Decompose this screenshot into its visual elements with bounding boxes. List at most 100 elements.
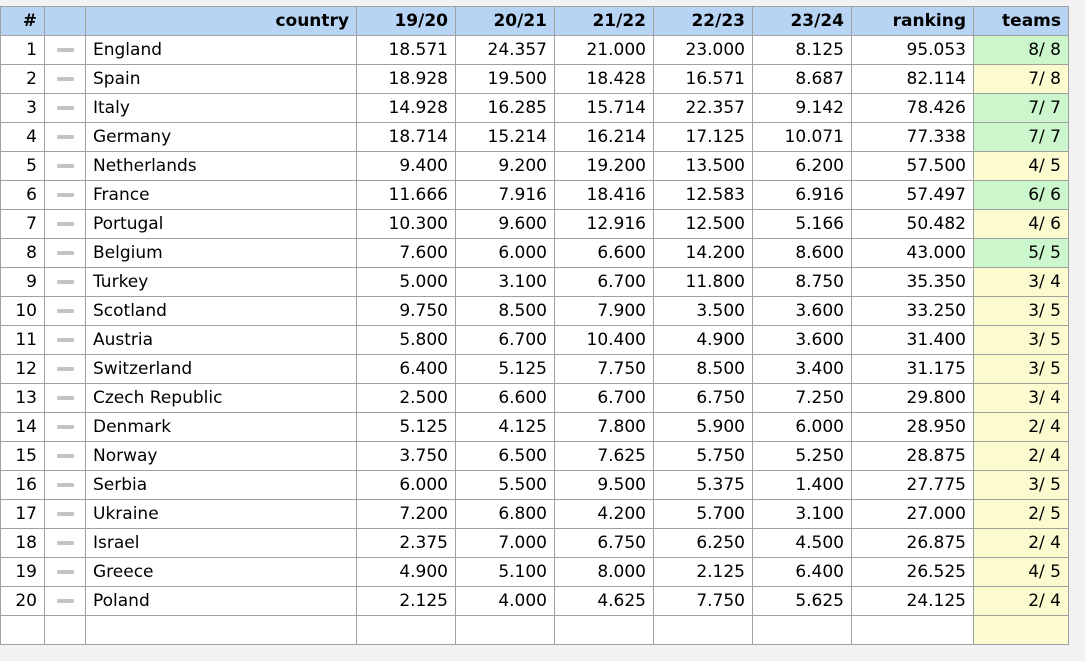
cell-rank: 17: [1, 500, 45, 529]
dash-icon: [57, 193, 74, 197]
cell-season-2021: 6.500: [456, 442, 555, 471]
cell-season-2324: 3.400: [753, 355, 852, 384]
cell-season-2324: 3.600: [753, 297, 852, 326]
table-row[interactable]: 2Spain18.92819.50018.42816.5718.68782.11…: [1, 65, 1069, 94]
column-header-teams[interactable]: teams: [974, 7, 1069, 36]
dash-icon: [57, 483, 74, 487]
table-row[interactable]: 16Serbia6.0005.5009.5005.3751.40027.7753…: [1, 471, 1069, 500]
cell-country[interactable]: Serbia: [86, 471, 357, 500]
dash-icon: [57, 425, 74, 429]
cell-movement: [45, 384, 86, 413]
cell-country[interactable]: Germany: [86, 123, 357, 152]
column-header-country[interactable]: country: [86, 7, 357, 36]
cell-country[interactable]: Austria: [86, 326, 357, 355]
cell-country[interactable]: Israel: [86, 529, 357, 558]
header-row: # country 19/20 20/21 21/22 22/23 23/24 …: [1, 7, 1069, 36]
column-header-season-19-20[interactable]: 19/20: [357, 7, 456, 36]
cell-country[interactable]: Scotland: [86, 297, 357, 326]
cell-country[interactable]: Switzerland: [86, 355, 357, 384]
table-row[interactable]: 15Norway3.7506.5007.6255.7505.25028.8752…: [1, 442, 1069, 471]
column-header-ranking[interactable]: ranking: [852, 7, 974, 36]
dash-icon: [57, 309, 74, 313]
table-row[interactable]: 8Belgium7.6006.0006.60014.2008.60043.000…: [1, 239, 1069, 268]
cell-season-2122: 7.900: [555, 297, 654, 326]
cell-season-2324: 6.200: [753, 152, 852, 181]
table-row[interactable]: 11Austria5.8006.70010.4004.9003.60031.40…: [1, 326, 1069, 355]
column-header-rank[interactable]: #: [1, 7, 45, 36]
cell-season-2021: 5.125: [456, 355, 555, 384]
table-row[interactable]: 3Italy14.92816.28515.71422.3579.14278.42…: [1, 94, 1069, 123]
dash-icon: [57, 541, 74, 545]
table-row[interactable]: 13Czech Republic2.5006.6006.7006.7507.25…: [1, 384, 1069, 413]
cell-rank: 11: [1, 326, 45, 355]
cell-empty: [555, 616, 654, 645]
cell-season-1920: 2.375: [357, 529, 456, 558]
table-row[interactable]: 20Poland2.1254.0004.6257.7505.62524.1252…: [1, 587, 1069, 616]
cell-country[interactable]: Netherlands: [86, 152, 357, 181]
table-row[interactable]: 9Turkey5.0003.1006.70011.8008.75035.3503…: [1, 268, 1069, 297]
cell-season-2223: 6.250: [654, 529, 753, 558]
cell-country[interactable]: Poland: [86, 587, 357, 616]
cell-teams: 3/ 4: [974, 384, 1069, 413]
cell-country[interactable]: Norway: [86, 442, 357, 471]
cell-season-2223: 5.375: [654, 471, 753, 500]
cell-rank: 16: [1, 471, 45, 500]
cell-season-2223: 5.750: [654, 442, 753, 471]
cell-country[interactable]: Portugal: [86, 210, 357, 239]
cell-country[interactable]: Greece: [86, 558, 357, 587]
table-row[interactable]: 5Netherlands9.4009.20019.20013.5006.2005…: [1, 152, 1069, 181]
table-row-partial[interactable]: [1, 616, 1069, 645]
table-row[interactable]: 1England18.57124.35721.00023.0008.12595.…: [1, 36, 1069, 65]
table-row[interactable]: 4Germany18.71415.21416.21417.12510.07177…: [1, 123, 1069, 152]
cell-teams: 3/ 5: [974, 297, 1069, 326]
column-header-season-23-24[interactable]: 23/24: [753, 7, 852, 36]
cell-season-2021: 8.500: [456, 297, 555, 326]
cell-country[interactable]: Turkey: [86, 268, 357, 297]
table-row[interactable]: 14Denmark5.1254.1257.8005.9006.00028.950…: [1, 413, 1069, 442]
cell-season-2021: 3.100: [456, 268, 555, 297]
cell-season-2324: 8.600: [753, 239, 852, 268]
cell-movement: [45, 355, 86, 384]
column-header-season-20-21[interactable]: 20/21: [456, 7, 555, 36]
cell-movement: [45, 94, 86, 123]
table-row[interactable]: 6France11.6667.91618.41612.5836.91657.49…: [1, 181, 1069, 210]
table-row[interactable]: 17Ukraine7.2006.8004.2005.7003.10027.000…: [1, 500, 1069, 529]
cell-rank: 19: [1, 558, 45, 587]
dash-icon: [57, 338, 74, 342]
cell-movement: [45, 36, 86, 65]
column-header-season-21-22[interactable]: 21/22: [555, 7, 654, 36]
cell-season-2324: 5.166: [753, 210, 852, 239]
cell-season-1920: 6.000: [357, 471, 456, 500]
table-row[interactable]: 18Israel2.3757.0006.7506.2504.50026.8752…: [1, 529, 1069, 558]
cell-country[interactable]: Italy: [86, 94, 357, 123]
cell-country[interactable]: Belgium: [86, 239, 357, 268]
cell-country[interactable]: Denmark: [86, 413, 357, 442]
cell-country[interactable]: Spain: [86, 65, 357, 94]
cell-season-2122: 8.000: [555, 558, 654, 587]
cell-movement: [45, 268, 86, 297]
cell-rank: 18: [1, 529, 45, 558]
column-header-movement[interactable]: [45, 7, 86, 36]
cell-country[interactable]: England: [86, 36, 357, 65]
cell-country[interactable]: France: [86, 181, 357, 210]
cell-country[interactable]: Ukraine: [86, 500, 357, 529]
table-row[interactable]: 10Scotland9.7508.5007.9003.5003.60033.25…: [1, 297, 1069, 326]
cell-teams: 8/ 8: [974, 36, 1069, 65]
cell-country[interactable]: Czech Republic: [86, 384, 357, 413]
dash-icon: [57, 367, 74, 371]
cell-season-2223: 22.357: [654, 94, 753, 123]
cell-teams: 4/ 5: [974, 152, 1069, 181]
cell-rank: 14: [1, 413, 45, 442]
cell-ranking: 31.175: [852, 355, 974, 384]
cell-season-2021: 4.000: [456, 587, 555, 616]
cell-teams: 2/ 4: [974, 529, 1069, 558]
table-row[interactable]: 7Portugal10.3009.60012.91612.5005.16650.…: [1, 210, 1069, 239]
cell-ranking: 26.525: [852, 558, 974, 587]
cell-season-1920: 7.200: [357, 500, 456, 529]
table-row[interactable]: 19Greece4.9005.1008.0002.1256.40026.5254…: [1, 558, 1069, 587]
table-row[interactable]: 12Switzerland6.4005.1257.7508.5003.40031…: [1, 355, 1069, 384]
cell-empty: [86, 616, 357, 645]
cell-season-2122: 19.200: [555, 152, 654, 181]
column-header-season-22-23[interactable]: 22/23: [654, 7, 753, 36]
cell-movement: [45, 442, 86, 471]
